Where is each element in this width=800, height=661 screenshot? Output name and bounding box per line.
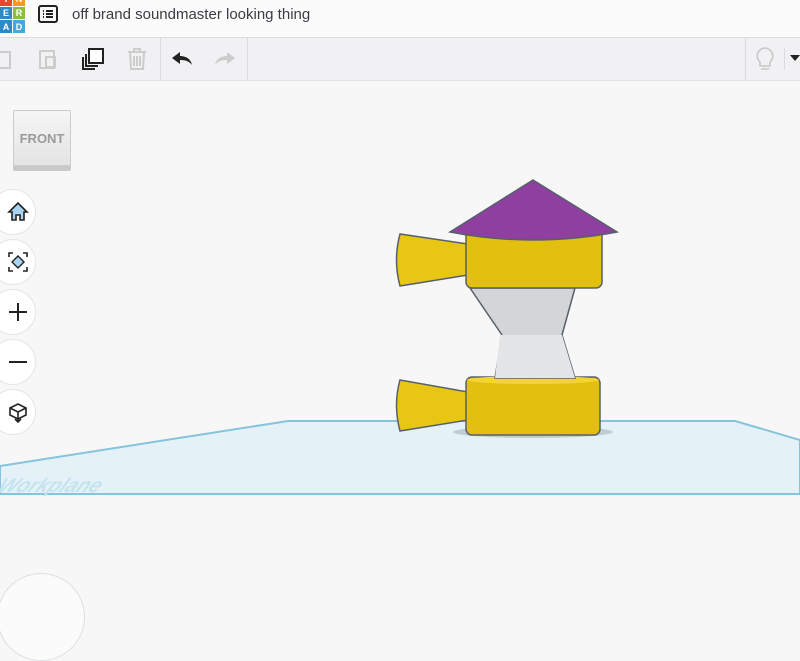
copy-icon[interactable] [0,46,18,72]
lightbulb-icon[interactable] [752,46,778,72]
redo-icon[interactable] [212,46,238,72]
design-list-icon[interactable] [38,5,58,23]
delete-icon[interactable] [124,46,150,72]
chevron-down-icon[interactable] [790,54,800,62]
tinkercad-logo[interactable]: IN ER AD [0,0,26,33]
purple-cone[interactable] [447,179,620,241]
paste-icon[interactable] [35,46,61,72]
undo-icon[interactable] [169,46,195,72]
design-title[interactable]: off brand soundmaster looking thing [72,6,310,23]
duplicate-icon[interactable] [80,46,106,72]
lower-cylinder[interactable] [465,376,601,436]
top-bar: IN ER AD off brand soundmaster looking t… [0,0,800,38]
orbit-control[interactable] [0,573,85,661]
workplane[interactable] [0,420,800,495]
3d-viewport[interactable]: Workplane [0,80,800,624]
workplane-label: Workplane [0,473,108,496]
upper-horn[interactable] [395,233,469,287]
toolbar [0,38,800,81]
hourglass[interactable] [468,287,577,379]
